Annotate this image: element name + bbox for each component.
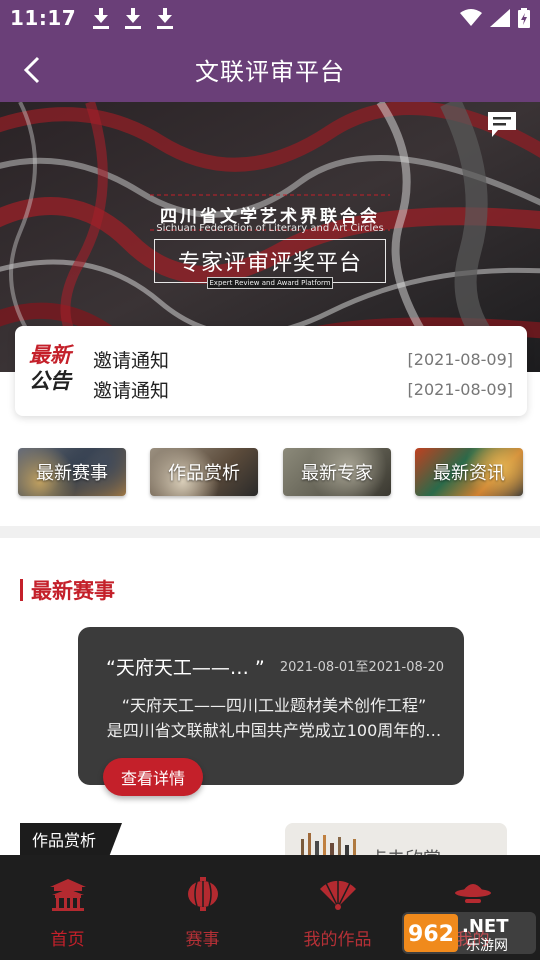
tab-label: 赛事: [185, 930, 220, 950]
screen: 11:17 文联评审平台 四川省文学艺术界联合会 Sichuan Federat…: [0, 0, 540, 960]
event-name: “天府天工——… ”: [106, 657, 265, 679]
notice-card: 最新 公告 邀请通知 [2021-08-09] 邀请通知 [2021-08-09…: [15, 326, 527, 416]
download-icon: [124, 7, 142, 29]
category-label: 最新赛事: [36, 463, 108, 484]
notice-item-date: [2021-08-09]: [407, 349, 513, 369]
tab-home[interactable]: 首页: [0, 855, 135, 960]
category-latest-experts[interactable]: 最新专家: [283, 448, 391, 496]
event-description: “天府天工——四川工业题材美术创作工程” 是四川省文联献礼中国共产党成立100周…: [98, 693, 450, 743]
signal-icon: [490, 9, 510, 27]
category-label: 最新专家: [301, 463, 373, 484]
event-description-line: 是四川省文联献礼中国共产党成立100周年的…: [106, 721, 442, 740]
notice-item-date: [2021-08-09]: [407, 379, 513, 399]
section-title-latest-events: 最新赛事: [20, 576, 115, 604]
app-bar: 文联评审平台: [0, 36, 540, 102]
download-icon: [92, 7, 110, 29]
section-divider: [0, 526, 540, 538]
lantern-icon: [188, 877, 218, 911]
category-latest-events[interactable]: 最新赛事: [18, 448, 126, 496]
status-time: 11:17: [10, 6, 77, 30]
tab-label: 首页: [50, 930, 85, 950]
notice-item[interactable]: 邀请通知 [2021-08-09]: [93, 374, 513, 404]
battery-icon: [518, 8, 530, 28]
banner-platform-name-en: Expert Review and Award Platform: [207, 277, 333, 289]
banner-org-name-en: Sichuan Federation of Literary and Art C…: [156, 223, 384, 234]
home-pavilion-icon: [50, 879, 86, 911]
notice-badge-bottom: 公告: [29, 369, 71, 393]
fan-icon: [320, 879, 356, 910]
notice-item[interactable]: 邀请通知 [2021-08-09]: [93, 344, 513, 374]
message-button[interactable]: [486, 110, 518, 138]
wifi-icon: [460, 9, 482, 26]
status-bar: 11:17: [0, 0, 540, 36]
watermark-number: 962: [408, 922, 454, 947]
tab-events[interactable]: 赛事: [135, 855, 270, 960]
category-label: 最新资讯: [433, 463, 505, 484]
download-icon: [156, 7, 174, 29]
event-description-line: “天府天工——四川工业题材美术创作工程”: [121, 696, 427, 715]
notice-list: 邀请通知 [2021-08-09] 邀请通知 [2021-08-09]: [93, 344, 513, 404]
message-icon: [488, 112, 516, 137]
notice-item-title: 邀请通知: [93, 349, 170, 372]
category-works-appreciation[interactable]: 作品赏析: [150, 448, 258, 496]
category-latest-news[interactable]: 最新资讯: [415, 448, 523, 496]
notice-badge: 最新 公告: [29, 342, 83, 400]
page-title: 文联评审平台: [195, 57, 345, 86]
watermark-logo: 962 .NET 乐游网: [400, 910, 538, 956]
watermark-text: 乐游网: [466, 938, 508, 954]
section-title-text: 最新赛事: [31, 579, 115, 603]
tab-my-works[interactable]: 我的作品: [270, 855, 405, 960]
works-section-tag: 作品赏析: [20, 823, 122, 855]
event-date-range: 2021-08-01至2021-08-20: [279, 660, 444, 675]
watermark-net: .NET: [462, 916, 509, 937]
back-button[interactable]: [14, 52, 50, 88]
chevron-left-icon: [23, 56, 40, 84]
section-title-bar: [20, 579, 23, 601]
view-details-button[interactable]: 查看详情: [103, 758, 203, 796]
notice-badge-top: 最新: [29, 343, 71, 367]
hat-icon: [455, 884, 491, 903]
notice-item-title: 邀请通知: [93, 379, 170, 402]
tab-label: 我的作品: [303, 930, 372, 950]
category-label: 作品赏析: [168, 463, 240, 484]
category-bar: 最新赛事 作品赏析 最新专家 最新资讯: [18, 448, 524, 498]
